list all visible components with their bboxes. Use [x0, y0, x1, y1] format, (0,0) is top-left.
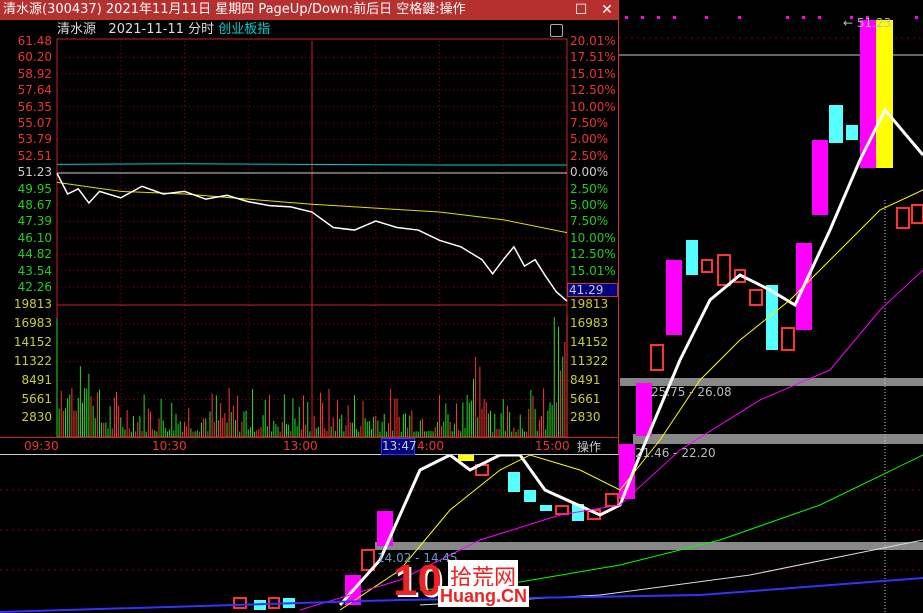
volume-axis-label: 16983 [13, 315, 52, 330]
volume-axis-label: 16983 [570, 315, 609, 330]
time-label: 4:00 [417, 439, 444, 453]
volume-axis-label: 19813 [13, 297, 52, 311]
percent-axis-label: 12.50% [570, 247, 616, 262]
price-axis-label: 49.95 [17, 181, 52, 196]
volume-axis-label: 5661 [21, 391, 52, 406]
volume-axis-label: 2830 [21, 410, 52, 425]
volume-axis-label: 8491 [21, 372, 52, 387]
percent-axis-label: 5.00% [570, 132, 609, 147]
index-line [56, 163, 567, 166]
percent-axis-label: 5.00% [570, 198, 609, 212]
zone-label-1: 25.75 - 26.08 [651, 385, 732, 399]
price-axis-label: 43.54 [17, 263, 52, 278]
intraday-popup-window: 清水源(300437) 2021年11月11日 星期四 PageUp/Down:… [0, 0, 619, 455]
cursor-time: 13:47 [381, 438, 417, 455]
percent-axis-label: 12.50% [570, 83, 616, 98]
intraday-chart [56, 38, 568, 437]
volume-axis-label: 8491 [570, 372, 601, 387]
volume-axis-label: 19813 [570, 297, 609, 311]
time-label: 10:30 [152, 439, 187, 453]
volume-axis-label: 2830 [570, 410, 601, 425]
price-axis-label: 57.64 [17, 83, 52, 98]
volume-axis-label: 14152 [570, 334, 609, 349]
price-axis-label: 55.07 [17, 116, 52, 130]
time-label: 09:30 [24, 439, 59, 453]
percent-axis-label: 20.01% [570, 34, 616, 48]
price-axis-label: 51.23 [17, 165, 52, 180]
percent-axis-label: 7.50% [570, 214, 609, 229]
percent-axis-label: 10.00% [570, 230, 616, 245]
percent-axis-label: 15.01% [570, 66, 616, 81]
price-axis-label: 56.35 [17, 99, 52, 114]
time-label: 13:00 [283, 439, 318, 453]
price-axis-label: 46.10 [17, 230, 52, 245]
high-price-value: 51.23 [856, 16, 892, 30]
price-axis-label: 44.82 [17, 247, 52, 262]
percent-axis-label: 0.00% [570, 165, 609, 180]
price-axis-label: 58.92 [17, 66, 52, 81]
high-price-label: ← 51.23 [843, 16, 892, 30]
percent-axis-label: 2.50% [570, 181, 609, 196]
price-axis-label: 48.67 [17, 198, 52, 212]
price-axis-label: 61.48 [17, 34, 52, 48]
percent-axis-label: 15.01% [570, 263, 616, 278]
price-axis-label: 52.51 [17, 148, 52, 163]
volume-axis-label: 11322 [13, 353, 52, 368]
watermark-logo: 10 拾荒网 Huang.CN [393, 556, 529, 610]
price-axis-label: 42.26 [17, 280, 52, 294]
time-axis: 09:30 10:30 13:00 13:47 4:00 15:00 操作 [0, 437, 618, 455]
current-price-tag: 41.29 [567, 283, 618, 297]
percent-axis-label: 10.00% [570, 99, 616, 114]
watermark-number: 10 [393, 556, 442, 605]
price-axis-label: 47.39 [17, 214, 52, 229]
volume-axis-label: 11322 [570, 353, 609, 368]
volume-axis-label: 5661 [570, 391, 601, 406]
time-label: 15:00 [535, 439, 570, 453]
watermark-en: Huang.CN [438, 586, 529, 607]
volume-axis-label: 14152 [13, 334, 52, 349]
percent-axis-label: 17.51% [570, 50, 616, 65]
price-axis-label: 60.20 [17, 50, 52, 65]
zone-label-2: 21.46 - 22.20 [635, 446, 716, 460]
percent-axis-label: 7.50% [570, 116, 609, 130]
price-axis-label: 53.79 [17, 132, 52, 147]
operate-button[interactable]: 操作 [577, 438, 601, 455]
percent-axis-label: 2.50% [570, 148, 609, 163]
